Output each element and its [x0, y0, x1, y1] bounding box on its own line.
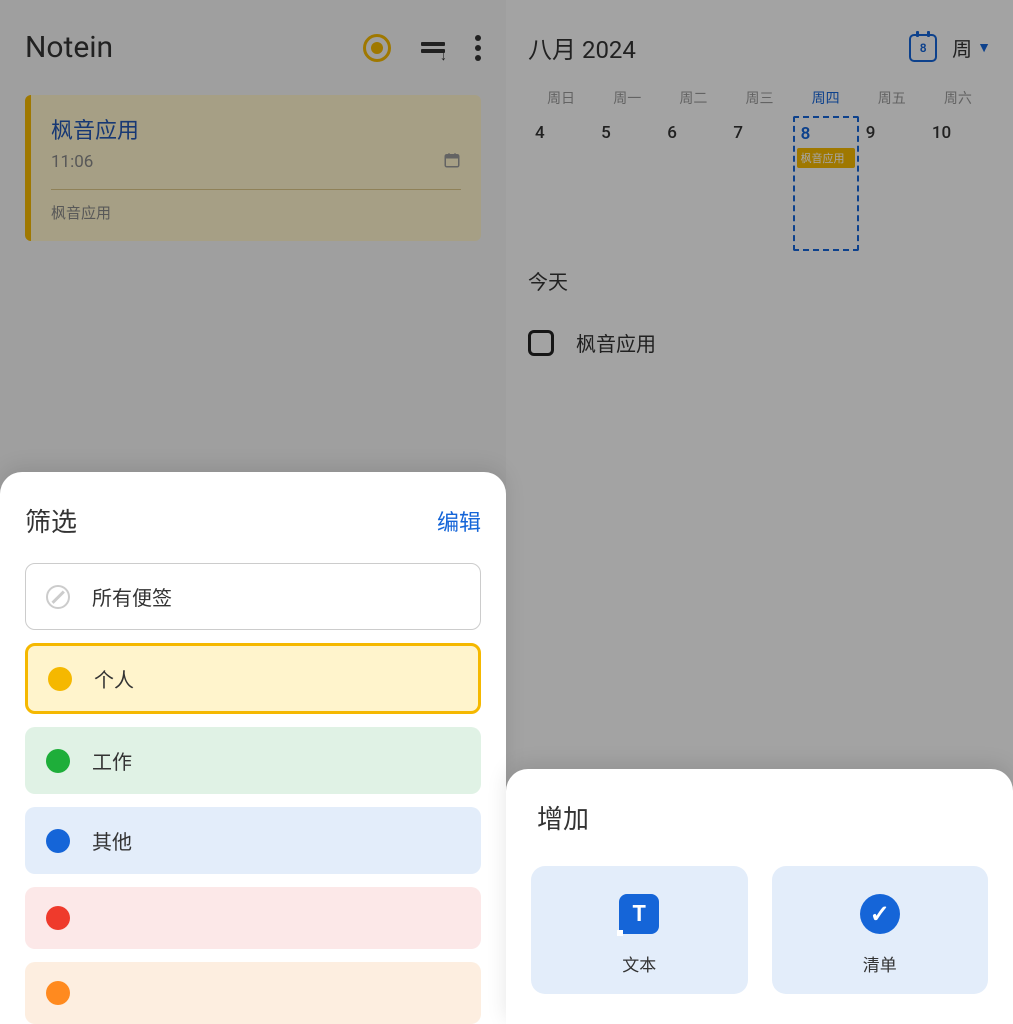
- chevron-down-icon: ▼: [977, 39, 991, 56]
- filter-list: 所有便签 个人 工作 其他: [25, 563, 481, 1024]
- weekday-wed: 周三: [726, 88, 792, 108]
- color-dot-orange: [46, 981, 70, 1005]
- check-icon: ✓: [858, 892, 902, 936]
- day-cell[interactable]: 6: [660, 116, 726, 251]
- day-row: 4 5 6 7 8 枫音应用 9 10: [528, 116, 991, 251]
- app-title: Notein: [25, 30, 363, 65]
- day-cell[interactable]: 9: [859, 116, 925, 251]
- record-icon[interactable]: [363, 34, 391, 62]
- calendar-header: 八月 2024 8 周 ▼: [506, 0, 1013, 80]
- color-dot-other: [46, 829, 70, 853]
- task-text: 枫音应用: [576, 328, 656, 357]
- notes-header: Notein ↓: [0, 0, 506, 85]
- filter-title: 筛选: [25, 502, 77, 539]
- note-time: 11:06: [51, 152, 93, 172]
- prohibit-icon: [46, 585, 70, 609]
- weekday-tue: 周二: [660, 88, 726, 108]
- weekday-thu: 周四: [793, 88, 859, 108]
- weekday-fri: 周五: [859, 88, 925, 108]
- filter-label: 工作: [92, 746, 132, 775]
- day-cell[interactable]: 7: [726, 116, 792, 251]
- day-cell[interactable]: 5: [594, 116, 660, 251]
- filter-header: 筛选 编辑: [25, 502, 481, 539]
- view-label: 周: [952, 33, 972, 62]
- header-actions: ↓: [363, 34, 481, 62]
- filter-item-orange[interactable]: [25, 962, 481, 1024]
- today-label: 今天: [506, 251, 1013, 310]
- month-title: 八月 2024: [528, 30, 636, 65]
- note-title: 枫音应用: [51, 113, 461, 145]
- filter-label: 其他: [92, 826, 132, 855]
- day-cell-selected[interactable]: 8 枫音应用: [793, 116, 859, 251]
- filter-item-all[interactable]: 所有便签: [25, 563, 481, 630]
- day-cell[interactable]: 4: [528, 116, 594, 251]
- filter-sheet: 筛选 编辑 所有便签 个人 工作 其他: [0, 472, 506, 1024]
- more-icon[interactable]: [475, 35, 481, 61]
- color-dot-red: [46, 906, 70, 930]
- edit-button[interactable]: 编辑: [437, 505, 481, 537]
- event-pill[interactable]: 枫音应用: [797, 148, 855, 168]
- calendar-grid: 周日 周一 周二 周三 周四 周五 周六 4 5 6 7 8 枫音应用 9 10: [506, 80, 1013, 251]
- filter-label: 个人: [94, 664, 134, 693]
- today-icon[interactable]: 8: [909, 34, 937, 62]
- filter-label: 所有便签: [92, 582, 172, 611]
- add-sheet: 增加 T 文本 ✓ 清单: [506, 769, 1013, 1024]
- add-title: 增加: [531, 799, 988, 836]
- calendar-icon: [443, 151, 461, 173]
- filter-item-other[interactable]: 其他: [25, 807, 481, 874]
- add-text-button[interactable]: T 文本: [531, 866, 748, 994]
- add-list-label: 清单: [863, 951, 897, 976]
- weekday-row: 周日 周一 周二 周三 周四 周五 周六: [528, 80, 991, 116]
- note-body: 枫音应用: [51, 202, 461, 223]
- filter-item-red[interactable]: [25, 887, 481, 949]
- add-buttons: T 文本 ✓ 清单: [531, 866, 988, 994]
- add-text-label: 文本: [622, 951, 656, 976]
- task-row[interactable]: 枫音应用: [506, 310, 1013, 375]
- filter-item-personal[interactable]: 个人: [25, 643, 481, 714]
- task-checkbox[interactable]: [528, 330, 554, 356]
- add-list-button[interactable]: ✓ 清单: [772, 866, 989, 994]
- sort-icon[interactable]: ↓: [421, 42, 445, 53]
- day-cell[interactable]: 10: [925, 116, 991, 251]
- color-dot-work: [46, 749, 70, 773]
- view-selector[interactable]: 周 ▼: [952, 33, 991, 62]
- weekday-mon: 周一: [594, 88, 660, 108]
- text-icon: T: [617, 892, 661, 936]
- color-dot-personal: [48, 667, 72, 691]
- filter-item-work[interactable]: 工作: [25, 727, 481, 794]
- weekday-sun: 周日: [528, 88, 594, 108]
- weekday-sat: 周六: [925, 88, 991, 108]
- note-card[interactable]: 枫音应用 11:06 枫音应用: [25, 95, 481, 241]
- divider: [51, 189, 461, 190]
